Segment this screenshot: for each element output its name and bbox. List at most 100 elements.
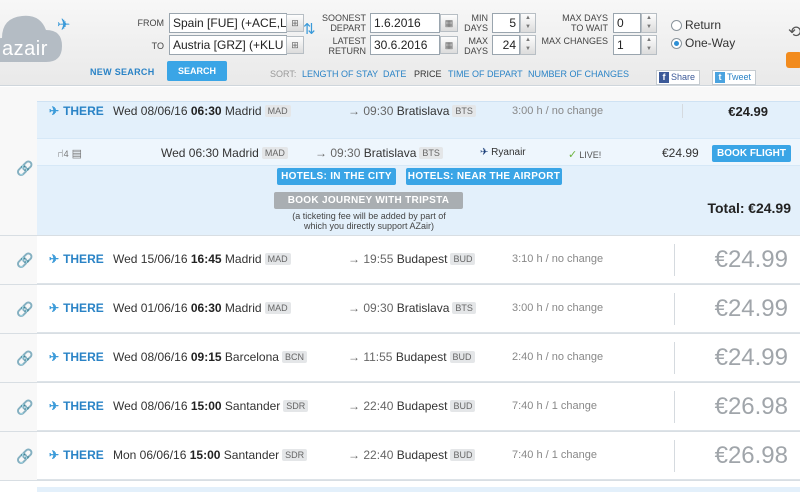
max-days-label: MAX DAYS — [464, 36, 488, 56]
result-row[interactable]: 🔗 ✈ THERE Wed 01/06/16 06:30 Madrid MAD → … — [0, 285, 800, 334]
sort-length-of-stay[interactable]: LENGTH OF STAY — [302, 69, 378, 79]
flight-date: Mon 06/06/16 15:00 Santander SDR — [113, 448, 308, 462]
facebook-share-button[interactable]: f Share — [656, 70, 701, 85]
result-price: €24.99 — [714, 295, 788, 322]
divider — [682, 104, 683, 118]
flight-date: Wed 15/06/16 16:45 Madrid MAD — [113, 252, 291, 266]
duration: 3:00 h / no change — [512, 302, 604, 314]
flight-date: Wed 08/06/16 09:15 Barcelona BCN — [113, 350, 307, 364]
toolbar-icon[interactable]: ⟲ — [788, 22, 800, 42]
arrival-info: → 19:55 Budapest BUD — [348, 252, 476, 266]
segment-departure: Wed 06:30 Madrid MAD — [161, 146, 288, 160]
return-radio[interactable] — [671, 20, 682, 31]
link-icon[interactable]: 🔗 — [16, 301, 33, 318]
duration: 2:40 h / no change — [512, 351, 604, 363]
segment-arrival: → 09:30 Bratislava BTS — [315, 146, 443, 160]
result-price: €24.99 — [714, 344, 788, 371]
swap-arrows-icon[interactable]: ⇅ — [303, 22, 316, 37]
sort-price[interactable]: PRICE — [414, 69, 442, 79]
calendar-icon[interactable]: ▦ — [440, 14, 458, 32]
tripsta-button[interactable]: BOOK JOURNEY WITH TRIPSTA — [274, 192, 463, 209]
result-row[interactable]: 🔗 ✈ THERE Wed 15/06/16 16:45 Madrid MAD → … — [0, 236, 800, 285]
results-list: 🔗 ✈ THERE Wed 08/06/16 06:30 Madrid MAD → … — [0, 87, 800, 481]
from-label: FROM — [137, 18, 165, 28]
flight-segment-row: ⑁4 ▤ Wed 06:30 Madrid MAD → 09:30 Bratisl… — [37, 138, 800, 166]
extension-icon[interactable] — [786, 52, 800, 68]
sort-time-of-depart[interactable]: TIME OF DEPART — [448, 69, 523, 79]
soonest-depart-label: SOONEST DEPART — [321, 13, 366, 33]
one-way-radio-label[interactable]: One-Way — [685, 36, 735, 50]
hotels-airport-button[interactable]: HOTELS: NEAR THE AIRPORT — [406, 168, 562, 185]
result-row[interactable]: 🔗 ✈ THERE Mon 06/06/16 15:00 Santander SDR… — [0, 432, 800, 481]
link-icon[interactable]: 🔗 — [16, 252, 33, 269]
soonest-depart-input[interactable]: 1.6.2016 — [370, 13, 440, 33]
latest-return-input[interactable]: 30.6.2016 — [370, 35, 440, 55]
plane-icon: ✈ — [49, 399, 60, 413]
segment-price: €24.99 — [662, 146, 699, 160]
result-row[interactable]: 🔗 ✈ THERE Wed 08/06/16 15:00 Santander SDR… — [0, 383, 800, 432]
sort-date[interactable]: DATE — [383, 69, 406, 79]
max-wait-stepper[interactable]: ▲ ▼ — [641, 13, 657, 33]
link-icon[interactable]: 🔗 — [16, 448, 33, 465]
one-way-radio[interactable] — [671, 38, 682, 49]
result-row[interactable]: 🔗 ✈ THERE Wed 08/06/16 09:15 Barcelona BCN… — [0, 334, 800, 383]
plane-icon: ✈ — [57, 17, 71, 34]
result-expanded: 🔗 ✈ THERE Wed 08/06/16 06:30 Madrid MAD → … — [0, 87, 800, 236]
direction-label: ✈ THERE — [49, 350, 104, 364]
divider — [674, 244, 675, 276]
search-header: azair ✈ FROM Spain [FUE] (+ACE,L ⊞ TO Au… — [0, 0, 800, 86]
to-picker-button[interactable]: ⊞ — [286, 36, 304, 54]
max-days-input[interactable]: 24 — [492, 35, 520, 55]
link-icon[interactable]: 🔗 — [16, 399, 33, 416]
direction-label: ✈ THERE — [49, 399, 104, 413]
to-input[interactable]: Austria [GRZ] (+KLU — [169, 35, 287, 55]
next-result-edge — [37, 487, 800, 492]
book-flight-button[interactable]: BOOK FLIGHT — [712, 145, 791, 162]
seat-icon: ⑁4 ▤ — [57, 148, 83, 160]
fee-note: (a ticketing fee will be added by part o… — [292, 211, 446, 231]
result-summary-row[interactable]: ✈ THERE Wed 08/06/16 06:30 Madrid MAD → 09… — [37, 102, 800, 135]
return-radio-label[interactable]: Return — [685, 18, 721, 32]
hotels-city-button[interactable]: HOTELS: IN THE CITY — [277, 168, 396, 185]
plane-icon: ✈ — [49, 252, 60, 266]
min-days-stepper[interactable]: ▲ ▼ — [520, 13, 536, 33]
result-price: €26.98 — [714, 442, 788, 469]
direction-label: ✈ THERE — [49, 252, 104, 266]
link-icon[interactable]: 🔗 — [16, 160, 33, 177]
calendar-icon[interactable]: ▦ — [440, 36, 458, 54]
result-price: €26.98 — [714, 393, 788, 420]
new-search-link[interactable]: NEW SEARCH — [90, 67, 155, 77]
logo-text[interactable]: azair — [2, 38, 48, 61]
check-icon: ✓ — [568, 149, 578, 161]
from-picker-button[interactable]: ⊞ — [286, 14, 304, 32]
plane-icon: ✈ — [49, 301, 60, 315]
from-input[interactable]: Spain [FUE] (+ACE,L — [169, 13, 287, 33]
direction-label: ✈ THERE — [49, 104, 104, 118]
min-days-input[interactable]: 5 — [492, 13, 520, 33]
tweet-button[interactable]: t Tweet — [712, 70, 757, 85]
max-changes-stepper[interactable]: ▲ ▼ — [641, 35, 657, 55]
latest-return-label: LATEST RETURN — [328, 36, 367, 56]
flight-date: Wed 08/06/16 15:00 Santander SDR — [113, 399, 309, 413]
max-wait-input[interactable]: 0 — [613, 13, 641, 33]
total-price: Total: €24.99 — [707, 200, 791, 216]
divider — [674, 440, 675, 472]
to-label: TO — [151, 41, 164, 51]
plane-icon: ✈ — [49, 104, 60, 118]
arrival-info: → 22:40 Budapest BUD — [348, 399, 476, 413]
sort-label: SORT: — [270, 69, 297, 79]
facebook-icon: f — [659, 72, 669, 83]
duration: 7:40 h / 1 change — [512, 449, 598, 461]
arrival-info: → 09:30 Bratislava BTS — [348, 104, 476, 118]
plane-icon: ✈ — [49, 448, 60, 462]
divider — [674, 293, 675, 325]
max-changes-input[interactable]: 1 — [613, 35, 641, 55]
link-icon[interactable]: 🔗 — [16, 350, 33, 367]
result-price: €24.99 — [714, 246, 788, 273]
live-indicator: ✓ LIVE! — [568, 149, 602, 161]
divider — [674, 391, 675, 423]
ryanair-icon: ✈ — [480, 147, 489, 158]
max-days-stepper[interactable]: ▲ ▼ — [520, 35, 536, 55]
sort-number-of-changes[interactable]: NUMBER OF CHANGES — [528, 69, 629, 79]
search-button[interactable]: SEARCH — [167, 61, 227, 81]
